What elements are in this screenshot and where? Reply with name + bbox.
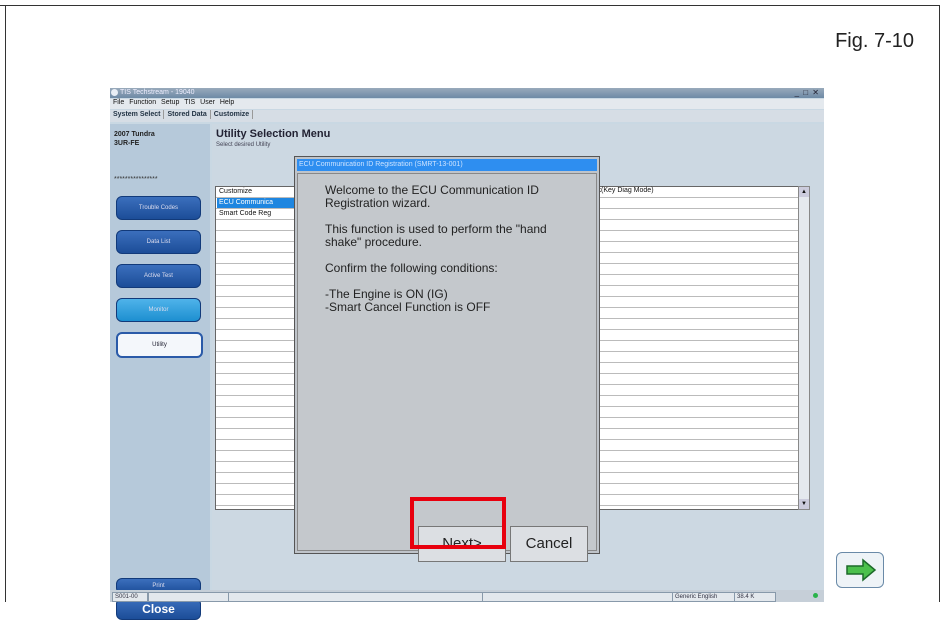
- vehicle-model: 2007 Tundra: [114, 131, 155, 138]
- status-bar: S001-00 Generic English 38.4 K: [110, 590, 824, 602]
- arrow-right-icon: [846, 558, 877, 582]
- menu-function[interactable]: Function: [129, 99, 156, 106]
- monitor-button[interactable]: Monitor: [116, 298, 201, 322]
- tab-stored-data[interactable]: Stored Data: [164, 110, 211, 119]
- window-title: TIS Techstream - 19040: [120, 89, 195, 96]
- menu-setup[interactable]: Setup: [161, 99, 179, 106]
- list-scrollbar[interactable]: ▲ ▼: [798, 186, 810, 510]
- window-controls[interactable]: _ □ ✕: [795, 88, 820, 97]
- condition-smart-cancel-off: -Smart Cancel Function is OFF: [325, 300, 491, 314]
- status-field: [228, 592, 484, 602]
- status-language: Generic English: [672, 592, 736, 602]
- vehicle-info: 2007 Tundra 3UR-FE: [114, 130, 155, 148]
- figure-frame-left: [5, 5, 6, 602]
- welcome-text-line2: Registration wizard.: [325, 196, 431, 210]
- tab-system-select[interactable]: System Select: [110, 110, 165, 119]
- status-baud: 38.4 K: [734, 592, 776, 602]
- app-logo-icon: [111, 89, 118, 96]
- list-item[interactable]: Smart Code Reg: [217, 209, 305, 219]
- status-field: [148, 592, 230, 602]
- scroll-down-icon[interactable]: ▼: [799, 499, 809, 509]
- next-arrow-button[interactable]: [836, 552, 884, 588]
- connection-status-icon: [813, 593, 818, 598]
- tab-customize[interactable]: Customize: [211, 110, 254, 119]
- vehicle-engine: 3UR-FE: [114, 140, 140, 147]
- status-code: S001-00: [112, 592, 148, 602]
- list-item-selected[interactable]: ECU Communica: [217, 198, 305, 208]
- confirm-text: Confirm the following conditions:: [325, 261, 498, 275]
- figure-label: Fig. 7-10: [835, 30, 914, 52]
- cancel-button[interactable]: Cancel: [510, 526, 588, 562]
- list-item[interactable]: Customize: [217, 187, 305, 197]
- utility-button[interactable]: Utility: [116, 332, 203, 358]
- next-button-highlight: [410, 497, 506, 549]
- menu-bar: File Function Setup TIS User Help: [110, 99, 824, 109]
- scroll-up-icon[interactable]: ▲: [799, 187, 809, 197]
- menu-tis[interactable]: TIS: [184, 99, 195, 106]
- data-list-button[interactable]: Data List: [116, 230, 201, 254]
- figure-frame-top: [0, 5, 940, 6]
- menu-user[interactable]: User: [200, 99, 215, 106]
- trouble-codes-button[interactable]: Trouble Codes: [116, 196, 201, 220]
- status-field: [482, 592, 674, 602]
- menu-file[interactable]: File: [113, 99, 124, 106]
- sidebar: 2007 Tundra 3UR-FE **************** Trou…: [110, 124, 210, 620]
- menu-help[interactable]: Help: [220, 99, 234, 106]
- wizard-dialog: ECU Communication ID Registration (SMRT-…: [294, 156, 600, 562]
- dialog-body: Welcome to the ECU Communication ID Regi…: [297, 173, 597, 562]
- toolbar: System Select Stored Data Customize: [110, 110, 824, 122]
- function-text-line2: shake" procedure.: [325, 235, 422, 249]
- dialog-title: ECU Communication ID Registration (SMRT-…: [297, 159, 597, 171]
- list-item-right[interactable]: ck(Key Diag Mode): [594, 187, 654, 194]
- vehicle-id-masked: ****************: [114, 176, 158, 183]
- page-subtitle: Select desired Utility: [216, 142, 271, 148]
- active-test-button[interactable]: Active Test: [116, 264, 201, 288]
- title-bar: TIS Techstream - 19040 _ □ ✕: [110, 88, 824, 98]
- page-title: Utility Selection Menu: [216, 128, 331, 140]
